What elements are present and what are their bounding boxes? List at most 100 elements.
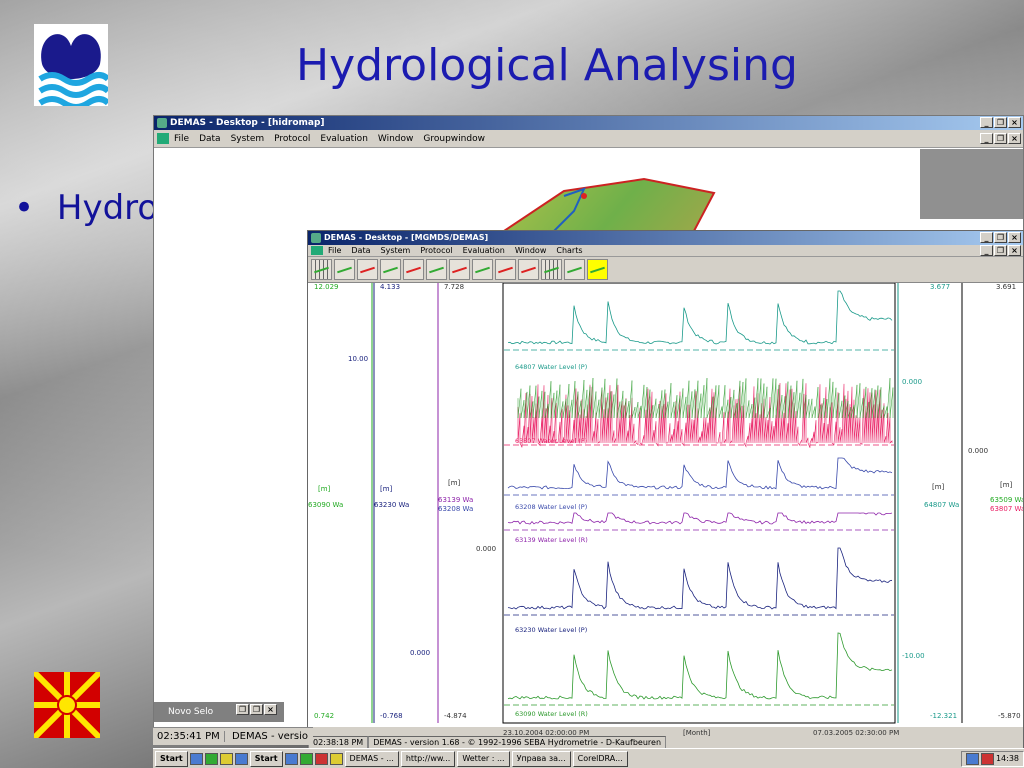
tick-label-64807-lower: -10.00 [902, 652, 925, 660]
taskbar-item-browser[interactable]: http://ww... [400, 750, 456, 767]
point-chart-icon[interactable] [357, 259, 378, 280]
minimize-button[interactable]: _ [980, 117, 993, 128]
curve-chart-icon[interactable] [380, 259, 401, 280]
outlook-icon[interactable] [314, 752, 328, 765]
mdi-close-button[interactable]: × [1008, 133, 1021, 144]
series-63090-line [507, 632, 893, 700]
antivirus-icon[interactable] [980, 752, 994, 765]
series-64807-label: 64807 Water Level (P) [515, 363, 587, 371]
minimized-window-buttons: ❐ ❐ × [236, 704, 277, 715]
back-status-time: 02:35:41 PM [153, 731, 225, 742]
menu-window[interactable]: Window [378, 134, 414, 144]
app-icon [157, 118, 167, 128]
back-statusbar: 02:35:41 PM DEMAS - versio [153, 727, 313, 745]
overlay-chart-icon[interactable] [403, 259, 424, 280]
taskbar-item-coreldraw[interactable]: CorelDRA... [572, 750, 628, 767]
series-63230-label: 63230 Water Level (P) [515, 626, 587, 634]
help-icon[interactable] [587, 259, 608, 280]
start-button[interactable]: Start [155, 750, 188, 767]
series-64807-line [507, 290, 893, 345]
taskbar-item-uprava[interactable]: Управа за... [511, 750, 571, 767]
word-icon[interactable] [189, 752, 203, 765]
menu-data[interactable]: Data [199, 134, 221, 144]
network-icon[interactable] [965, 752, 979, 765]
multi-series-icon[interactable] [426, 259, 447, 280]
mdi-minimize-button[interactable]: _ [980, 133, 993, 144]
mdi-maximize-button[interactable]: ❐ [994, 133, 1007, 144]
tick-label-63509-top: 3.691 [996, 283, 1016, 291]
menu-protocol[interactable]: Protocol [274, 134, 310, 144]
marker-icon[interactable] [472, 259, 493, 280]
close-button[interactable]: × [264, 704, 277, 715]
mdi-minimize-button[interactable]: _ [980, 245, 993, 256]
minimize-button[interactable]: _ [980, 232, 993, 243]
start-button-2[interactable]: Start [249, 750, 283, 767]
document-icon [157, 133, 169, 144]
word-icon[interactable] [284, 752, 298, 765]
maximize-button[interactable]: ❐ [994, 232, 1007, 243]
menu-evaluation[interactable]: Evaluation [320, 134, 368, 144]
menu-evaluation[interactable]: Evaluation [463, 246, 505, 255]
front-menubar: File Data System Protocol Evaluation Win… [308, 245, 1023, 257]
menu-file[interactable]: File [328, 246, 341, 255]
macedonia-flag [34, 672, 100, 738]
line-chart-icon[interactable] [334, 259, 355, 280]
excel-icon[interactable] [204, 752, 218, 765]
taskbar-item-wetter[interactable]: Wetter : ... [457, 750, 510, 767]
menu-protocol[interactable]: Protocol [420, 246, 452, 255]
desktop-icon[interactable] [234, 752, 248, 765]
grid-icon[interactable] [541, 259, 562, 280]
taskbar-item-demas[interactable]: DEMAS - ... [344, 750, 399, 767]
tick-label-63139-mid: 0.000 [476, 545, 496, 553]
unit-label-63139: [m] [448, 479, 461, 487]
menu-window[interactable]: Window [515, 246, 547, 255]
series-label-63090: 63090 Wa [308, 501, 343, 509]
limit-lines-icon[interactable] [449, 259, 470, 280]
close-button[interactable]: × [1008, 232, 1021, 243]
tick-label-63230-bottom: -0.768 [380, 712, 403, 720]
maximize-button[interactable]: ❐ [994, 117, 1007, 128]
back-menubar: File Data System Protocol Evaluation Win… [154, 130, 1023, 148]
chart-area[interactable]: 12.029 0.742 [m] 63090 Wa 4.133 10.00 0.000 -0.… [308, 282, 1024, 727]
series-label-63509: 63509 Wa [990, 496, 1023, 504]
unit-label-63090: [m] [318, 485, 331, 493]
mdi-maximize-button[interactable]: ❐ [994, 245, 1007, 256]
table-view-icon[interactable] [311, 259, 332, 280]
unit-label-64807: [m] [932, 483, 945, 491]
menu-charts[interactable]: Charts [556, 246, 582, 255]
bullet-marker: • [14, 188, 35, 228]
trend-icon[interactable] [518, 259, 539, 280]
back-status-app: DEMAS - versio [231, 731, 309, 742]
series-label-63208: 63208 Wa [438, 505, 473, 513]
chart-svg[interactable]: 12.029 0.742 [m] 63090 Wa 4.133 10.00 0.000 -0.… [308, 282, 1024, 727]
compare-icon[interactable] [564, 259, 585, 280]
back-window-titlebar[interactable]: DEMAS - Desktop - [hidromap] _ ❐ × [154, 116, 1023, 130]
series-label-64807: 64807 Wa [924, 501, 959, 509]
menu-file[interactable]: File [174, 134, 189, 144]
tick-label-64807-top: 3.677 [930, 283, 950, 291]
tick-label-63509-bottom: -5.870 [998, 712, 1021, 720]
app-icon [311, 233, 321, 243]
folder-icon[interactable] [329, 752, 343, 765]
menu-groupwindow[interactable]: Groupwindow [423, 134, 485, 144]
front-window-titlebar[interactable]: DEMAS - Desktop - [MGMDS/DEMAS] _ ❐ × [308, 231, 1023, 245]
series-63139-line [507, 512, 893, 525]
tick-label-63230-lower: 0.000 [410, 649, 430, 657]
document-icon [311, 246, 323, 255]
menu-system[interactable]: System [231, 134, 265, 144]
maximize-button[interactable]: ❐ [250, 704, 263, 715]
chart-toolbar [308, 257, 1023, 283]
menu-data[interactable]: Data [351, 246, 370, 255]
explorer-icon[interactable] [219, 752, 233, 765]
tick-label-63090-top: 12.029 [314, 283, 339, 291]
mdi-close-button[interactable]: × [1008, 245, 1021, 256]
menu-system[interactable]: System [381, 246, 411, 255]
close-button[interactable]: × [1008, 117, 1021, 128]
excel-icon[interactable] [299, 752, 313, 765]
series-label-63139: 63139 Wa [438, 496, 473, 504]
series-63807-overlay-line [517, 377, 894, 419]
restore-button[interactable]: ❐ [236, 704, 249, 715]
series-63090-label: 63090 Water Level (R) [515, 710, 588, 718]
stacked-chart-icon[interactable] [495, 259, 516, 280]
tick-label-64807-bottom: -12.321 [930, 712, 957, 720]
